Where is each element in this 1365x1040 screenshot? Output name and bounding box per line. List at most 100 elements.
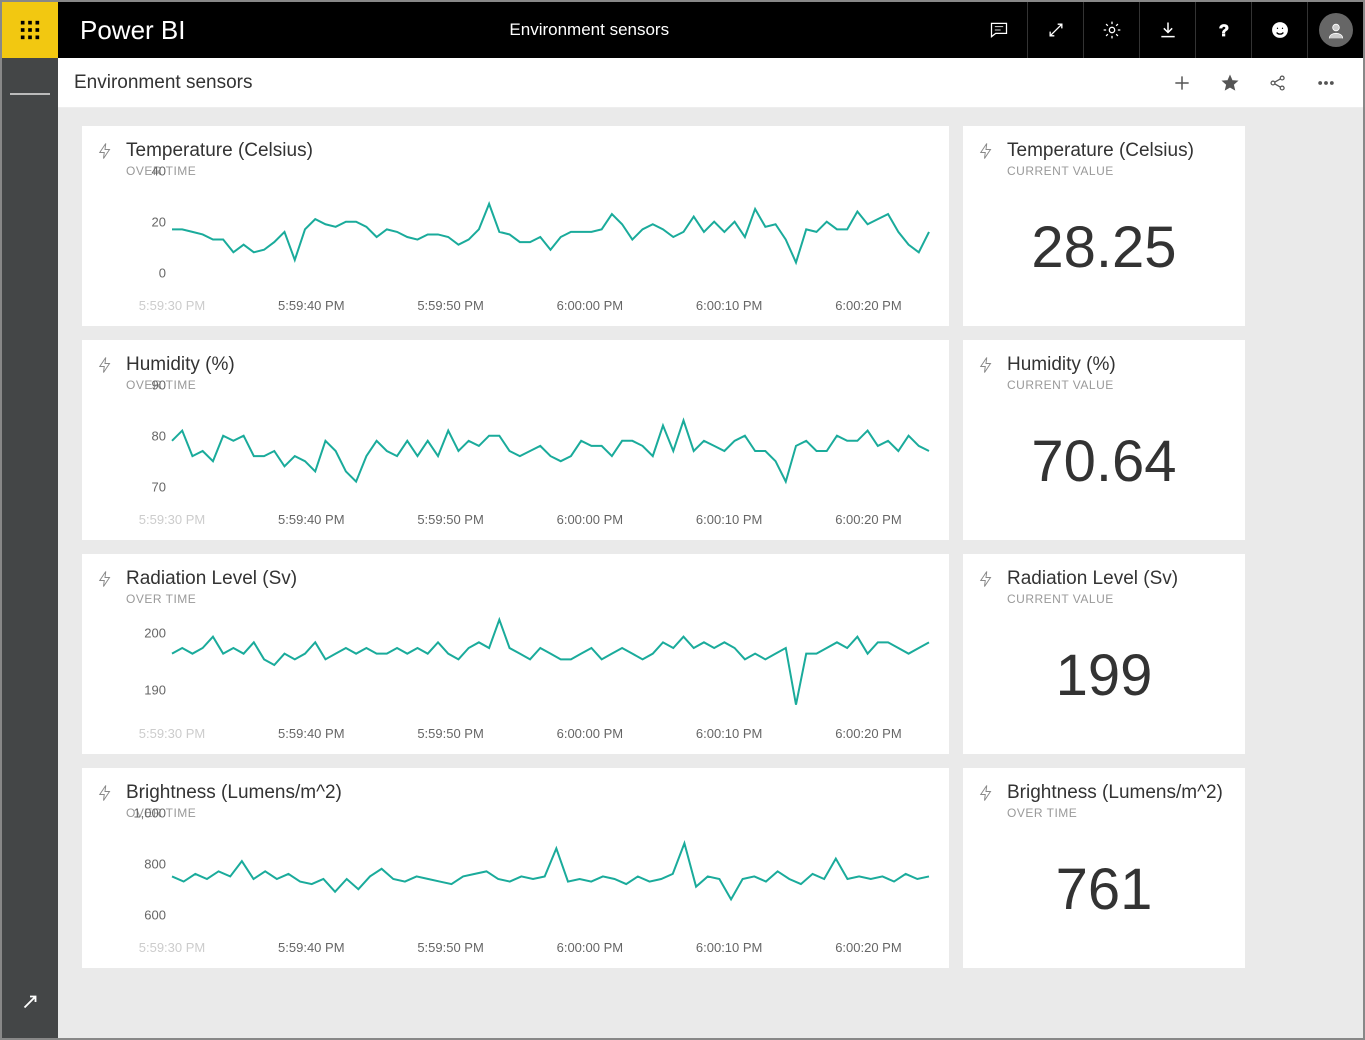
tile-chart-humidity[interactable]: Humidity (%) OVER TIME 70 80 90 5:59:30 PM 5:5… [82,340,949,540]
tile-title: Radiation Level (Sv) [1007,568,1178,590]
tile-value-humidity[interactable]: Humidity (%)CURRENT VALUE70.64 [963,340,1245,540]
current-value: 28.25 [977,178,1231,316]
ellipsis-icon [1316,73,1336,93]
x-tick: 5:59:30 PM [139,726,206,741]
left-nav-rail [2,58,58,1038]
subscribe-button[interactable] [1265,70,1291,96]
brand-label: Power BI [58,2,208,58]
arrow-out-icon [19,991,41,1013]
tile-chart-radiation[interactable]: Radiation Level (Sv)OVER TIME1902005:59:… [82,554,949,754]
y-tick: 40 [152,164,166,179]
x-tick: 6:00:20 PM [835,940,902,955]
avatar [1319,13,1353,47]
nav-toggle-button[interactable] [10,74,50,114]
star-icon [1220,73,1240,93]
x-tick: 5:59:30 PM [139,298,206,313]
bolt-icon [96,142,116,165]
y-tick: 800 [144,857,166,872]
x-tick: 6:00:00 PM [557,512,624,527]
y-tick: 70 [152,480,166,495]
tile-subtitle: CURRENT VALUE [1007,378,1116,392]
bolt-icon [96,784,116,807]
x-tick: 5:59:50 PM [417,940,484,955]
bolt-icon [977,784,997,807]
x-tick: 5:59:50 PM [417,298,484,313]
x-tick: 6:00:10 PM [696,512,763,527]
help-button[interactable]: ? [1195,2,1251,58]
tile-subtitle: OVER TIME [1007,806,1223,820]
tile-title: Temperature (Celsius) [1007,140,1194,162]
tile-title: Radiation Level (Sv) [126,568,297,590]
expand-icon [1046,20,1066,40]
x-tick: 6:00:00 PM [557,940,624,955]
bolt-icon [977,356,997,379]
tile-title: Humidity (%) [126,354,235,376]
x-tick: 6:00:10 PM [696,726,763,741]
svg-text:?: ? [1218,21,1228,40]
x-tick: 5:59:30 PM [139,940,206,955]
account-button[interactable] [1307,2,1363,58]
x-tick: 5:59:30 PM [139,512,206,527]
nav-expand-button[interactable] [10,982,50,1022]
breadcrumb-bar: Environment sensors [58,58,1363,108]
current-value: 70.64 [977,392,1231,530]
y-tick: 200 [144,626,166,641]
tile-subtitle: OVER TIME [126,592,297,606]
y-tick: 1,000 [133,806,166,821]
download-icon [1158,20,1178,40]
x-tick: 6:00:00 PM [557,726,624,741]
tile-value-temperature[interactable]: Temperature (Celsius) CURRENT VALUE28.25 [963,126,1245,326]
tile-title: Brightness (Lumens/m^2) [126,782,342,804]
header-title: Environment sensors [208,2,972,58]
tile-value-radiation[interactable]: Radiation Level (Sv) CURRENT VALUE199 [963,554,1245,754]
favorite-button[interactable] [1217,70,1243,96]
x-tick: 6:00:00 PM [557,298,624,313]
tile-chart-temperature[interactable]: Temperature (Celsius)OVER TIME020405:59:… [82,126,949,326]
share-icon [1268,73,1288,93]
person-icon [1326,20,1346,40]
x-tick: 5:59:40 PM [278,940,345,955]
x-tick: 5:59:40 PM [278,512,345,527]
x-tick: 5:59:40 PM [278,726,345,741]
bolt-icon [977,570,997,593]
bolt-icon [977,142,997,165]
x-tick: 5:59:50 PM [417,726,484,741]
app-launcher-button[interactable] [2,2,58,58]
x-tick: 5:59:40 PM [278,298,345,313]
comments-button[interactable] [971,2,1027,58]
x-tick: 6:00:20 PM [835,298,902,313]
x-tick: 6:00:20 PM [835,512,902,527]
tile-value-brightness[interactable]: Brightness (Lumens/m^2)OVER TIME761 [963,768,1245,968]
tile-chart-brightness[interactable]: Brightness (Lumens/m^2)OVER TIME6008001,… [82,768,949,968]
bolt-icon [96,570,116,593]
y-tick: 600 [144,908,166,923]
tile-subtitle: CURRENT VALUE [1007,164,1194,178]
waffle-icon [19,19,41,41]
help-icon: ? [1214,20,1234,40]
x-tick: 6:00:20 PM [835,726,902,741]
dashboard-canvas: Temperature (Celsius) OVER TIME 0 20 40 5:59:… [58,108,1363,1038]
bolt-icon [96,356,116,379]
y-tick: 20 [152,215,166,230]
settings-button[interactable] [1083,2,1139,58]
x-tick: 6:00:10 PM [696,298,763,313]
comments-icon [989,20,1009,40]
current-value: 199 [977,606,1231,744]
y-tick: 90 [152,378,166,393]
add-tile-button[interactable] [1169,70,1195,96]
x-tick: 5:59:50 PM [417,512,484,527]
y-tick: 80 [152,429,166,444]
fullscreen-button[interactable] [1027,2,1083,58]
page-title: Environment sensors [74,72,252,94]
download-button[interactable] [1139,2,1195,58]
more-options-button[interactable] [1313,70,1339,96]
feedback-button[interactable] [1251,2,1307,58]
tile-subtitle: CURRENT VALUE [1007,592,1178,606]
tile-title: Brightness (Lumens/m^2) [1007,782,1223,804]
tile-subtitle: OVER TIME [126,378,235,392]
tile-title: Temperature (Celsius) [126,140,313,162]
x-tick: 6:00:10 PM [696,940,763,955]
y-tick: 0 [159,266,166,281]
top-header: Power BI Environment sensors ? [2,2,1363,58]
plus-icon [1172,73,1192,93]
